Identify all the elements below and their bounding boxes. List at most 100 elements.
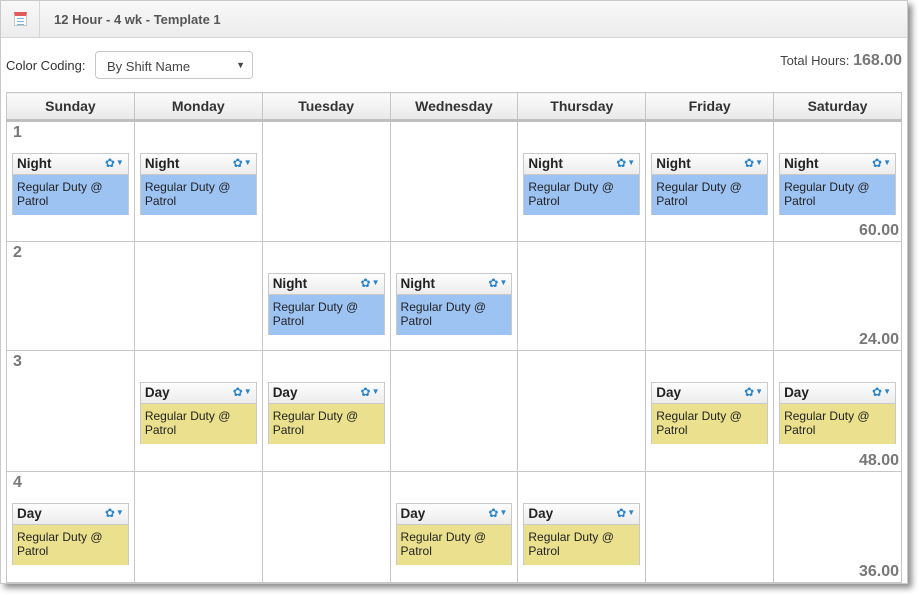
day-cell[interactable] xyxy=(645,241,775,351)
caret-down-icon: ▼ xyxy=(627,508,636,517)
day-cell[interactable] xyxy=(261,120,391,242)
day-cell[interactable]: Day ✿▼ Regular Duty @ Patrol xyxy=(133,350,263,472)
day-header-monday: Monday xyxy=(133,92,263,122)
gear-menu-icon[interactable]: ✿▼ xyxy=(233,385,252,399)
shift-card[interactable]: Night ✿▼ Regular Duty @ Patrol xyxy=(523,153,641,215)
gear-menu-icon[interactable]: ✿▼ xyxy=(872,385,891,399)
shift-card[interactable]: Day ✿▼ Regular Duty @ Patrol xyxy=(267,382,385,444)
shift-header: Night ✿▼ xyxy=(13,154,128,175)
caret-down-icon: ▼ xyxy=(755,158,764,167)
day-cell[interactable]: Day ✿▼ Regular Duty @ Patrol xyxy=(517,471,647,583)
week-number: 1 xyxy=(13,124,22,141)
gear-menu-icon[interactable]: ✿▼ xyxy=(488,506,507,520)
gear-menu-icon[interactable]: ✿▼ xyxy=(105,506,124,520)
shift-card[interactable]: Night ✿▼ Regular Duty @ Patrol xyxy=(651,153,769,215)
day-cell[interactable]: Day ✿▼ Regular Duty @ Patrol xyxy=(389,471,519,583)
day-cell[interactable] xyxy=(389,350,519,472)
schedule-template-panel: 12 Hour - 4 wk - Template 1 Color Coding… xyxy=(0,0,908,584)
shift-card[interactable]: Day ✿▼ Regular Duty @ Patrol xyxy=(779,382,896,444)
day-header-friday: Friday xyxy=(645,92,775,122)
caret-down-icon: ▼ xyxy=(627,158,636,167)
shift-description: Regular Duty @ Patrol xyxy=(524,175,640,215)
shift-description: Regular Duty @ Patrol xyxy=(652,175,768,215)
shift-header: Day ✿▼ xyxy=(652,383,768,404)
shift-card[interactable]: Day ✿▼ Regular Duty @ Patrol xyxy=(12,503,129,565)
color-coding-value: By Shift Name xyxy=(107,59,191,74)
day-header-thursday: Thursday xyxy=(517,92,647,122)
day-cell[interactable]: 24.00 xyxy=(773,241,902,351)
shift-description: Regular Duty @ Patrol xyxy=(780,404,895,444)
shift-description: Regular Duty @ Patrol xyxy=(13,525,128,565)
shift-card[interactable]: Night ✿▼ Regular Duty @ Patrol xyxy=(12,153,129,215)
shift-card[interactable]: Night ✿▼ Regular Duty @ Patrol xyxy=(395,273,513,335)
day-cell[interactable]: Night ✿▼ Regular Duty @ Patrol xyxy=(389,241,519,351)
day-cell[interactable]: Night ✿▼ Regular Duty @ Patrol xyxy=(517,120,647,242)
day-cell[interactable]: 60.00 Night ✿▼ Regular Duty @ Patrol xyxy=(773,120,902,242)
gear-menu-icon[interactable]: ✿▼ xyxy=(233,156,252,170)
color-coding-select[interactable]: By Shift Name ▼ xyxy=(95,51,253,79)
shift-header: Day ✿▼ xyxy=(780,383,895,404)
day-cell[interactable]: 1 Night ✿▼ Regular Duty @ Patrol xyxy=(6,120,135,242)
day-cell[interactable] xyxy=(133,471,263,583)
day-cell[interactable]: 36.00 xyxy=(773,471,902,583)
day-cell[interactable]: 3 xyxy=(6,350,135,472)
calendar-icon xyxy=(13,12,27,26)
gear-menu-icon[interactable]: ✿▼ xyxy=(361,385,380,399)
shift-description: Regular Duty @ Patrol xyxy=(140,404,256,444)
caret-down-icon: ▼ xyxy=(755,387,764,396)
caret-down-icon: ▼ xyxy=(499,508,508,517)
day-cell[interactable] xyxy=(133,241,263,351)
day-cell[interactable]: 2 xyxy=(6,241,135,351)
gear-menu-icon[interactable]: ✿▼ xyxy=(616,506,635,520)
toolbar: Color Coding: By Shift Name ▼ Total Hour… xyxy=(6,51,902,81)
shift-description: Regular Duty @ Patrol xyxy=(268,404,384,444)
day-header-wednesday: Wednesday xyxy=(389,92,519,122)
gear-menu-icon[interactable]: ✿▼ xyxy=(105,156,124,170)
shift-name: Night xyxy=(656,156,691,171)
day-cell[interactable]: Night ✿▼ Regular Duty @ Patrol xyxy=(133,120,263,242)
shift-card[interactable]: Day ✿▼ Regular Duty @ Patrol xyxy=(523,503,641,565)
day-cell[interactable]: 48.00 Day ✿▼ Regular Duty @ Patrol xyxy=(773,350,902,472)
shift-card[interactable]: Night ✿▼ Regular Duty @ Patrol xyxy=(779,153,896,215)
shift-card[interactable]: Night ✿▼ Regular Duty @ Patrol xyxy=(267,273,385,335)
gear-menu-icon[interactable]: ✿▼ xyxy=(488,276,507,290)
shift-name: Day xyxy=(144,385,170,400)
day-cell[interactable] xyxy=(261,471,391,583)
shift-description: Regular Duty @ Patrol xyxy=(524,525,640,565)
shift-name: Night xyxy=(528,156,563,171)
day-cell[interactable]: Night ✿▼ Regular Duty @ Patrol xyxy=(261,241,391,351)
gear-menu-icon[interactable]: ✿▼ xyxy=(744,156,763,170)
day-cell[interactable] xyxy=(517,350,647,472)
day-cell[interactable] xyxy=(645,471,775,583)
shift-card[interactable]: Day ✿▼ Regular Duty @ Patrol xyxy=(395,503,513,565)
shift-name: Night xyxy=(17,156,52,171)
gear-menu-icon[interactable]: ✿▼ xyxy=(744,385,763,399)
day-cell[interactable] xyxy=(517,241,647,351)
shift-card[interactable]: Night ✿▼ Regular Duty @ Patrol xyxy=(139,153,257,215)
gear-menu-icon[interactable]: ✿▼ xyxy=(872,156,891,170)
total-hours-label: Total Hours: xyxy=(780,53,850,68)
shift-name: Night xyxy=(400,276,436,291)
shift-name: Day xyxy=(272,385,298,400)
schedule-grid: Sunday Monday Tuesday Wednesday Thursday Frid… xyxy=(6,92,902,583)
shift-header: Night ✿▼ xyxy=(396,274,512,295)
day-cell[interactable]: 4 Day ✿▼ Regular Duty @ Patrol xyxy=(6,471,135,583)
gear-menu-icon[interactable]: ✿▼ xyxy=(616,156,635,170)
day-cell[interactable] xyxy=(389,120,519,242)
shift-card[interactable]: Day ✿▼ Regular Duty @ Patrol xyxy=(139,382,257,444)
total-hours: Total Hours: 168.00 xyxy=(780,52,902,70)
shift-description: Regular Duty @ Patrol xyxy=(396,525,512,565)
shift-header: Night ✿▼ xyxy=(524,154,640,175)
shift-name: Night xyxy=(144,156,180,171)
gear-menu-icon[interactable]: ✿▼ xyxy=(361,276,380,290)
shift-header: Night ✿▼ xyxy=(780,154,895,175)
day-cell[interactable]: Night ✿▼ Regular Duty @ Patrol xyxy=(645,120,775,242)
shift-card[interactable]: Day ✿▼ Regular Duty @ Patrol xyxy=(651,382,769,444)
shift-description: Regular Duty @ Patrol xyxy=(268,295,384,335)
shift-header: Day ✿▼ xyxy=(396,504,512,525)
day-cell[interactable]: Day ✿▼ Regular Duty @ Patrol xyxy=(645,350,775,472)
day-cell[interactable]: Day ✿▼ Regular Duty @ Patrol xyxy=(261,350,391,472)
caret-down-icon: ▼ xyxy=(371,387,380,396)
week-number: 3 xyxy=(13,353,22,370)
shift-name: Day xyxy=(656,385,681,400)
